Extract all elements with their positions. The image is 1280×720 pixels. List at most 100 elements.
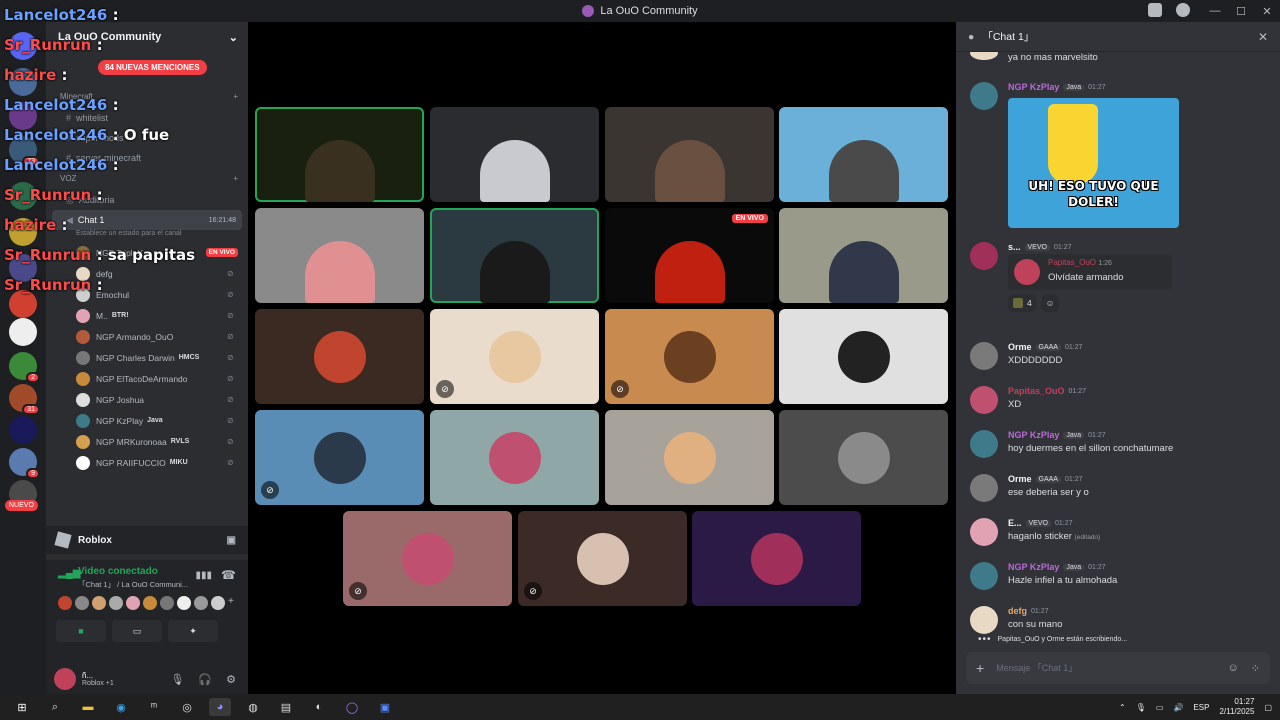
close-button[interactable]: ✕ (1254, 5, 1280, 18)
avatar-tile[interactable]: ⊘ (518, 511, 687, 606)
microphone-icon[interactable]: 🎙 (1136, 703, 1146, 712)
avatar[interactable] (970, 242, 998, 270)
app-icon[interactable]: ◎ (176, 698, 198, 716)
headphones-icon[interactable]: 🎧 (198, 673, 212, 686)
chevron-up-icon[interactable]: ⌃ (1119, 703, 1126, 712)
start-icon[interactable]: ⊞ (11, 698, 33, 716)
emoji-icon[interactable]: ☺ (1228, 662, 1239, 674)
voice-member[interactable]: M.. BTR! ⊘ (46, 305, 248, 326)
author-name[interactable]: Orme (1008, 474, 1032, 484)
camera-button[interactable]: ■ (56, 620, 106, 642)
maximize-button[interactable]: ☐ (1228, 5, 1254, 18)
steam-icon[interactable]: ◐ (308, 698, 330, 716)
author-name[interactable]: Papitas_OuO (1008, 386, 1065, 396)
help-icon[interactable] (1176, 3, 1190, 17)
disconnect-icon[interactable]: ☎ (221, 568, 236, 582)
channel-auditoria[interactable]: ◎ Auditoria (46, 190, 248, 210)
server-icon-8[interactable] (9, 318, 37, 346)
channel-super-mods[interactable]: # super-mods (46, 128, 248, 148)
author-name[interactable]: NGP KzPlay (1008, 562, 1059, 572)
discord-taskbar-icon[interactable]: ◕ (209, 698, 231, 716)
activity-bar[interactable]: Roblox ▣ (46, 526, 248, 554)
server-icon-7[interactable] (9, 290, 37, 318)
server-icon-4[interactable] (9, 182, 37, 210)
avatar[interactable] (970, 82, 998, 110)
language-indicator[interactable]: ESP (1193, 703, 1209, 712)
avatar[interactable] (143, 596, 157, 610)
message-input[interactable] (996, 663, 1216, 673)
category-voz[interactable]: VOZ + (46, 174, 248, 190)
screen-icon[interactable]: ▣ (227, 535, 236, 546)
noise-suppression-icon[interactable]: ▮▮▮ (195, 570, 212, 581)
network-icon[interactable]: ▭ (1156, 703, 1164, 712)
volume-icon[interactable]: 🔊 (1173, 703, 1183, 712)
app-icon[interactable]: ᵐ (143, 698, 165, 716)
avatar-tile[interactable] (779, 410, 948, 505)
share-screen-button[interactable]: ▭ (112, 620, 162, 642)
reaction[interactable]: 4 (1008, 294, 1037, 312)
voice-member[interactable]: NGP Armando_OuO ⊘ (46, 326, 248, 347)
server-icon-10[interactable]: 31 (9, 384, 40, 415)
avatar-tile[interactable] (692, 511, 861, 606)
author-name[interactable]: s... (1008, 242, 1021, 252)
voice-member[interactable]: NGP KzPlay Java ⊘ (46, 410, 248, 431)
avatar-tile[interactable] (255, 309, 424, 404)
add-channel-icon[interactable]: + (233, 174, 238, 190)
obs-icon[interactable]: ◯ (341, 698, 363, 716)
avatar[interactable] (92, 596, 106, 610)
avatar[interactable] (970, 386, 998, 414)
voice-member[interactable]: NGP TripleX EN VIVO (46, 242, 248, 263)
author-name[interactable]: Orme (1008, 342, 1032, 352)
avatar[interactable] (970, 518, 998, 546)
file-explorer-icon[interactable]: ▬ (77, 698, 99, 716)
new-mentions-pill[interactable]: 84 NUEVAS MENCIONES (98, 60, 207, 75)
attach-plus-icon[interactable]: + (976, 660, 984, 676)
video-tile[interactable] (255, 208, 424, 303)
voice-connected-subtitle[interactable]: 「Chat 1」 / La OuO Communi... (78, 579, 208, 590)
avatar[interactable] (75, 596, 89, 610)
video-tile[interactable] (430, 208, 599, 303)
channel-whitelist[interactable]: # whitelist (46, 108, 248, 128)
search-icon[interactable]: ⌕ (44, 698, 66, 716)
server-icon-home[interactable] (9, 32, 37, 60)
avatar[interactable] (58, 596, 72, 610)
voice-status[interactable]: Establece un estado para el canal (46, 230, 248, 242)
notification-icon[interactable]: ▢ (1264, 703, 1272, 712)
voice-member[interactable]: NGP Joshua ⊘ (46, 389, 248, 410)
voice-member[interactable]: NGP Charles Darwin HMCS ⊘ (46, 347, 248, 368)
server-icon-1[interactable] (9, 68, 37, 96)
avatar-tile[interactable] (605, 410, 774, 505)
chrome-icon[interactable]: ◍ (242, 698, 264, 716)
avatar-tile[interactable]: ⊘ (255, 410, 424, 505)
avatar[interactable] (177, 596, 191, 610)
avatar-tile[interactable] (430, 410, 599, 505)
voice-member[interactable]: NGP ElTacoDeArmando ⊘ (46, 368, 248, 389)
avatar[interactable] (970, 562, 998, 590)
avatar[interactable] (211, 596, 225, 610)
app-icon[interactable]: ▣ (374, 698, 396, 716)
voice-member[interactable]: defg ⊘ (46, 263, 248, 284)
category-minecraft[interactable]: Minecraft + (46, 92, 248, 108)
avatar[interactable] (126, 596, 140, 610)
author-name[interactable]: defg (1008, 606, 1027, 616)
add-channel-icon[interactable]: + (233, 92, 238, 108)
server-icon-6[interactable] (9, 254, 37, 282)
voice-member[interactable]: Emochul ⊘ (46, 284, 248, 305)
avatar-tile[interactable]: ⊘ (605, 309, 774, 404)
avatar-tile[interactable]: ⊘ (343, 511, 512, 606)
server-icon-5[interactable] (9, 218, 37, 246)
avatar[interactable] (970, 430, 998, 458)
more-icon[interactable]: + (228, 596, 242, 610)
minimize-button[interactable]: — (1202, 5, 1228, 17)
voice-channel-chat-1[interactable]: ◀ Chat 1 16:21:48 (52, 210, 242, 230)
add-reaction-button[interactable]: ☺ (1040, 294, 1060, 312)
server-icon-9[interactable]: 2 (9, 352, 40, 383)
video-tile[interactable] (779, 208, 948, 303)
forwarded-message[interactable]: Papitas_OuO 1:26 Olvídate armando (1008, 254, 1172, 290)
edge-icon[interactable]: ◉ (110, 698, 132, 716)
server-icon-3[interactable]: 73 (9, 136, 40, 167)
meme-image[interactable]: UH! ESO TUVO QUE DOLER! (1008, 98, 1179, 228)
author-name[interactable]: NGP KzPlay (1008, 430, 1059, 440)
video-tile[interactable]: EN VIVO (605, 208, 774, 303)
avatar[interactable] (970, 606, 998, 634)
